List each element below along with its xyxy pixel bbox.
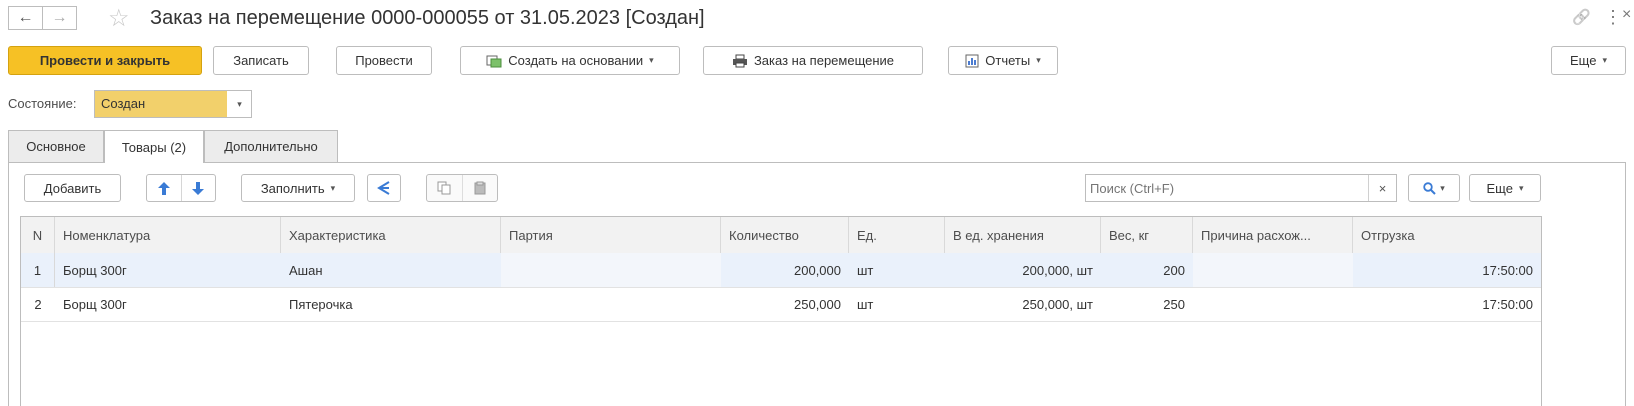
cell-batch[interactable] [501, 253, 721, 287]
create-based-icon [486, 55, 502, 67]
printer-icon [732, 54, 747, 67]
cell-characteristic[interactable]: Пятерочка [281, 287, 501, 321]
arrow-left-icon: ← [17, 9, 34, 26]
cell-batch[interactable] [501, 287, 721, 321]
table-row[interactable]: 1 Борщ 300г Ашан 200,000 шт 200,000, шт … [21, 253, 1541, 288]
clear-search-icon[interactable]: × [1369, 175, 1396, 201]
chevron-down-icon: ▾ [1518, 182, 1524, 193]
search-input[interactable] [1086, 175, 1369, 201]
cell-unit[interactable]: шт [849, 287, 945, 321]
state-label: Состояние: [8, 96, 77, 111]
table-more-label: Еще [1486, 180, 1513, 196]
search-options-button[interactable]: ▾ [1408, 174, 1460, 202]
cell-item[interactable]: Борщ 300г [55, 253, 281, 287]
page-title: Заказ на перемещение 0000-000055 от 31.0… [150, 7, 705, 29]
move-up-down-group [146, 174, 216, 202]
column-header-n[interactable]: N [21, 217, 55, 253]
save-button[interactable]: Записать [213, 46, 309, 75]
chevron-down-icon: ▾ [1036, 55, 1041, 65]
arrow-up-icon[interactable] [147, 175, 182, 201]
chevron-down-icon: ▾ [1440, 182, 1445, 193]
save-label: Записать [233, 53, 289, 68]
cell-storage-qty[interactable]: 200,000, шт [945, 253, 1101, 287]
cell-quantity[interactable]: 250,000 [721, 287, 849, 321]
column-header-reason[interactable]: Причина расхож... [1193, 217, 1353, 253]
cell-shipment[interactable]: 17:50:00 [1353, 253, 1541, 287]
more-button[interactable]: Еще ▾ [1551, 46, 1626, 75]
table-more-button[interactable]: Еще ▾ [1469, 174, 1541, 202]
tab-main-label: Основное [26, 139, 86, 154]
cell-reason[interactable] [1193, 287, 1353, 321]
chevron-down-icon: ▾ [330, 182, 336, 193]
post-button[interactable]: Провести [336, 46, 432, 75]
reports-button[interactable]: Отчеты ▾ [948, 46, 1058, 75]
column-header-batch[interactable]: Партия [501, 217, 721, 253]
add-button[interactable]: Добавить [24, 174, 121, 202]
kebab-menu-icon[interactable]: ⋮ [1604, 7, 1622, 28]
share-button[interactable] [367, 174, 401, 202]
arrow-down-icon[interactable] [182, 175, 216, 201]
cell-quantity[interactable]: 200,000 [721, 253, 849, 287]
forward-button[interactable]: → [42, 6, 77, 30]
cell-weight[interactable]: 200 [1101, 253, 1193, 287]
column-header-storage-qty[interactable]: В ед. хранения [945, 217, 1101, 253]
column-header-shipment[interactable]: Отгрузка [1353, 217, 1541, 253]
column-header-item[interactable]: Номенклатура [55, 217, 281, 253]
chevron-down-icon: ▾ [649, 55, 654, 65]
arrow-right-icon: → [51, 9, 68, 26]
state-value: Создан [95, 91, 227, 117]
cell-storage-qty[interactable]: 250,000, шт [945, 287, 1101, 321]
column-header-quantity[interactable]: Количество [721, 217, 849, 253]
chevron-down-icon: ▾ [1602, 55, 1607, 65]
cell-reason[interactable] [1193, 253, 1353, 287]
cell-shipment[interactable]: 17:50:00 [1353, 287, 1541, 321]
tab-additional[interactable]: Дополнительно [204, 130, 338, 162]
table-row[interactable]: 2 Борщ 300г Пятерочка 250,000 шт 250,000… [21, 287, 1541, 322]
column-header-unit[interactable]: Ед. [849, 217, 945, 253]
share-icon [377, 181, 390, 195]
fill-label: Заполнить [260, 180, 325, 196]
print-order-label: Заказ на перемещение [753, 53, 895, 68]
tab-goods-label: Товары (2) [121, 139, 187, 155]
cell-n: 2 [34, 296, 42, 312]
print-order-button[interactable]: Заказ на перемещение [703, 46, 923, 75]
search-icon [1423, 181, 1436, 195]
paste-icon[interactable] [463, 175, 498, 201]
post-label: Провести [355, 53, 413, 68]
cell-item[interactable]: Борщ 300г [55, 287, 281, 321]
close-icon[interactable]: × [1622, 6, 1631, 24]
copy-icon[interactable] [427, 175, 463, 201]
create-based-on-button[interactable]: Создать на основании ▾ [460, 46, 680, 75]
clipboard-group [426, 174, 498, 202]
cell-weight[interactable]: 250 [1101, 287, 1193, 321]
fill-button[interactable]: Заполнить ▾ [241, 174, 355, 202]
more-label: Еще [1570, 53, 1597, 68]
search-field[interactable]: × [1085, 174, 1397, 202]
chevron-down-icon[interactable]: ▾ [228, 91, 251, 117]
add-label: Добавить [43, 180, 102, 196]
table-header: N Номенклатура Характеристика Партия Кол… [21, 217, 1541, 254]
cell-n: 1 [21, 253, 55, 287]
back-button[interactable]: ← [8, 6, 43, 30]
tab-goods[interactable]: Товары (2) [104, 130, 204, 163]
cell-characteristic[interactable]: Ашан [281, 253, 501, 287]
goods-table: N Номенклатура Характеристика Партия Кол… [20, 216, 1542, 406]
cell-unit[interactable]: шт [849, 253, 945, 287]
star-icon[interactable]: ☆ [108, 4, 130, 33]
post-and-close-label: Провести и закрыть [39, 53, 171, 68]
reports-label: Отчеты [985, 53, 1031, 68]
column-header-characteristic[interactable]: Характеристика [281, 217, 501, 253]
tab-main[interactable]: Основное [8, 130, 104, 162]
report-icon [965, 54, 979, 67]
state-field[interactable]: Создан ▾ [94, 90, 252, 118]
column-header-weight[interactable]: Вес, кг [1101, 217, 1193, 253]
link-icon[interactable]: 🔗 [1572, 8, 1591, 26]
tab-additional-label: Дополнительно [224, 139, 318, 154]
post-and-close-button[interactable]: Провести и закрыть [8, 46, 202, 75]
create-based-label: Создать на основании [508, 53, 644, 68]
